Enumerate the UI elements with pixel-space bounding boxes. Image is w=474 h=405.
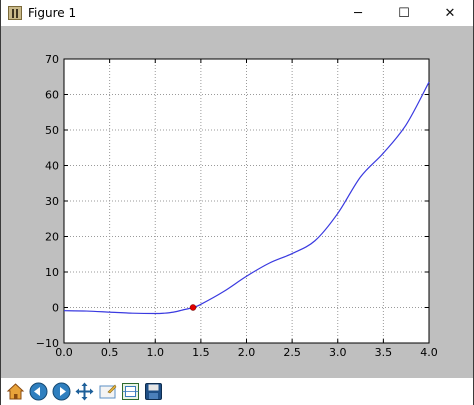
line-chart: 0.0 0.5 1.0 1.5 2.0 2.5 3.0 3.5 4.0−100102030405… [36,53,438,359]
save-button[interactable] [143,381,164,402]
x-tick-label: 0.5 [101,346,119,359]
y-tick-label: 30 [45,195,59,208]
maximize-button[interactable]: ☐ [381,0,427,26]
y-tick-label: 10 [45,266,59,279]
x-tick-label: 2.0 [238,346,256,359]
close-button[interactable]: ✕ [427,0,473,26]
y-tick-label: 40 [45,160,59,173]
title-bar[interactable]: Figure 1 ─ ☐ ✕ [1,0,473,26]
navigation-toolbar [1,378,473,405]
y-tick-label: 50 [45,124,59,137]
back-arrow-icon [29,382,48,401]
x-tick-label: 3.5 [375,346,393,359]
back-button[interactable] [28,381,49,402]
window-title: Figure 1 [28,6,77,20]
y-tick-label: −10 [36,337,59,350]
x-tick-label: 2.5 [283,346,301,359]
y-tick-label: 20 [45,231,59,244]
y-tick-label: 70 [45,53,59,66]
configure-subplots-button[interactable] [120,381,141,402]
floppy-disk-icon [145,383,162,400]
zoom-rect-icon [99,384,117,399]
forward-button[interactable] [51,381,72,402]
y-tick-label: 60 [45,89,59,102]
figure-canvas[interactable]: 0.0 0.5 1.0 1.5 2.0 2.5 3.0 3.5 4.0 −10 0 10 20 30 40 5… [1,26,473,378]
zoom-button[interactable] [97,381,118,402]
pan-icon [75,382,94,401]
x-tick-label: 1.0 [147,346,165,359]
root-marker [189,304,197,311]
pan-button[interactable] [74,381,95,402]
figure-window: Figure 1 ─ ☐ ✕ 0.0 0.5 1.0 1.5 2.0 2.5 3.0 3.5 4… [0,0,474,405]
y-tick-label: 0 [52,302,59,315]
home-icon [6,383,25,400]
minimize-button[interactable]: ─ [335,0,381,26]
x-tick-label: 4.0 [420,346,438,359]
home-button[interactable] [5,381,26,402]
subplots-icon [122,383,139,400]
x-tick-label: 1.5 [192,346,210,359]
matplotlib-app-icon [8,6,22,20]
forward-arrow-icon [52,382,71,401]
x-tick-label: 3.0 [329,346,347,359]
